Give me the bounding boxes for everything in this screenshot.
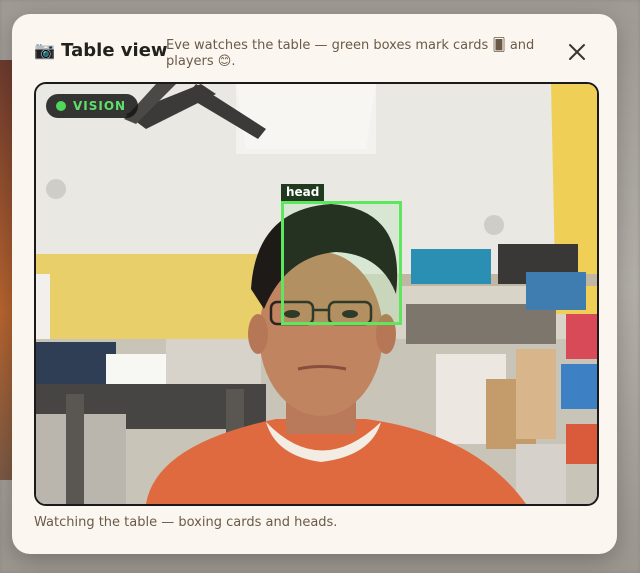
detection-label: head [281, 184, 325, 201]
modal-subtitle: Eve watches the table — green boxes mark… [166, 38, 535, 69]
camera-feed: VISION head [34, 82, 599, 506]
detection-box [281, 201, 402, 325]
modal-title: 📷 Table view [34, 40, 168, 61]
vision-badge: VISION [46, 94, 139, 118]
table-view-modal: 📷 Table view Eve watches the table — gre… [12, 14, 617, 554]
status-dot-icon [56, 101, 66, 111]
status-text: Watching the table — boxing cards and he… [34, 515, 338, 530]
close-icon [569, 44, 585, 60]
camera-icon: 📷 [34, 40, 56, 61]
close-button[interactable] [563, 38, 591, 66]
modal-title-text: Table view [61, 40, 168, 61]
vision-badge-label: VISION [73, 99, 127, 113]
modal-header: 📷 Table view Eve watches the table — gre… [34, 38, 597, 82]
